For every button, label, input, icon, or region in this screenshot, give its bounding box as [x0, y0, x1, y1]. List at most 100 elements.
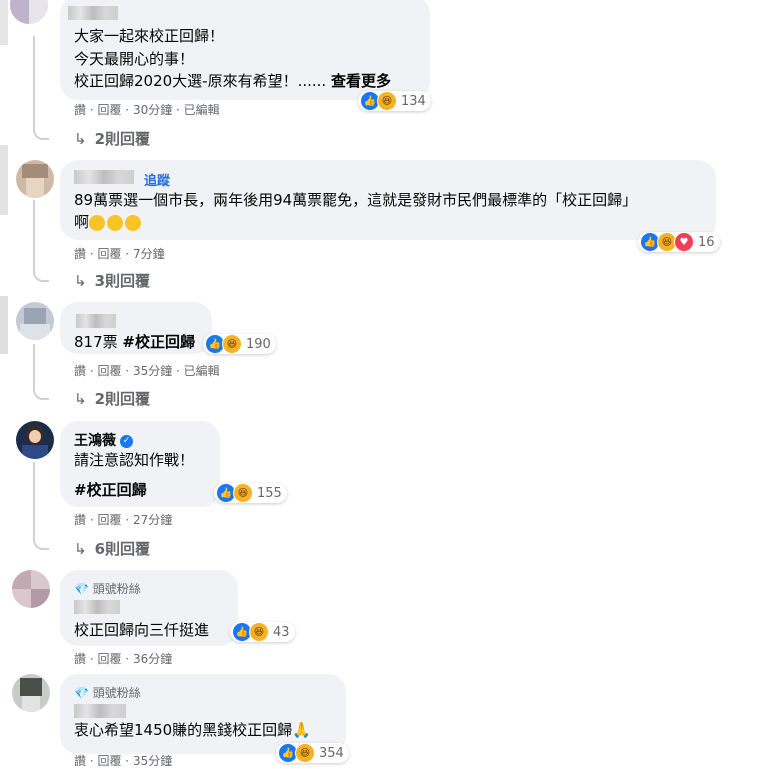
comment-text-line: 大家一起來校正回歸！	[74, 27, 225, 45]
reaction-count: 354	[319, 745, 344, 761]
timestamp[interactable]: 7分鐘	[133, 245, 165, 262]
avatar[interactable]	[16, 160, 54, 198]
reply-arrow-icon: ↳	[74, 390, 87, 408]
laughing-face-icon: 😆	[249, 622, 269, 642]
like-link[interactable]: 讚	[74, 752, 86, 769]
weary-face-emoji	[89, 214, 106, 231]
blurred-edge	[0, 145, 8, 215]
comment-actions: 讚 · 回覆 · 35分鐘 · 已編輯	[74, 362, 220, 379]
reply-link[interactable]: 回覆	[97, 101, 121, 118]
commenter-name-text: 王鴻薇	[74, 433, 116, 449]
laughing-face-icon: 😆	[295, 743, 315, 763]
view-replies-button[interactable]: ↳ 2則回覆	[74, 128, 150, 149]
thread-connector	[33, 462, 49, 550]
timestamp[interactable]: 36分鐘	[133, 650, 172, 667]
diamond-icon: 💎	[74, 582, 89, 596]
see-more-link[interactable]: 查看更多	[331, 72, 391, 90]
like-link[interactable]: 讚	[74, 245, 86, 262]
like-link[interactable]: 讚	[74, 650, 86, 667]
reply-link[interactable]: 回覆	[97, 752, 121, 769]
diamond-icon: 💎	[74, 686, 89, 700]
comment-actions: 讚 · 回覆 · 30分鐘 · 已編輯	[74, 101, 220, 118]
avatar[interactable]	[12, 570, 50, 608]
top-fan-badge[interactable]: 💎 頭號粉絲	[74, 580, 141, 597]
laughing-face-icon: 😆	[377, 91, 397, 111]
view-replies-button[interactable]: ↳ 6則回覆	[74, 538, 150, 559]
view-replies-button[interactable]: ↳ 2則回覆	[74, 388, 150, 409]
comment-text-line: 校正回歸2020大選-原來有希望！...... 查看更多	[74, 70, 391, 92]
avatar[interactable]	[16, 421, 54, 459]
commenter-name-blurred[interactable]	[74, 704, 126, 718]
heart-icon: ♥	[674, 232, 694, 252]
laughing-face-icon: 😆	[222, 334, 242, 354]
comment-actions: 讚 · 回覆 · 7分鐘	[74, 245, 165, 262]
commenter-name-blurred[interactable]	[74, 600, 120, 614]
reply-link[interactable]: 回覆	[97, 362, 121, 379]
blurred-edge	[0, 0, 8, 45]
commenter-name-blurred[interactable]	[74, 170, 134, 184]
reply-link[interactable]: 回覆	[97, 511, 121, 528]
weary-face-emoji	[125, 214, 142, 231]
verified-check-icon: ✓	[120, 434, 133, 448]
comment-actions: 讚 · 回覆 · 35分鐘	[74, 752, 173, 769]
avatar[interactable]	[12, 674, 50, 712]
badge-label: 頭號粉絲	[92, 686, 141, 700]
thread-connector	[33, 200, 49, 282]
like-link[interactable]: 讚	[74, 101, 86, 118]
reaction-count: 16	[698, 234, 715, 250]
reply-arrow-icon: ↳	[74, 130, 87, 148]
edited-label: 已編輯	[183, 103, 220, 117]
badge-label: 頭號粉絲	[92, 582, 141, 596]
view-replies-button[interactable]: ↳ 3則回覆	[74, 270, 150, 291]
comment-text: 校正回歸2020大選-原來有希望！......	[74, 72, 327, 90]
timestamp[interactable]: 35分鐘	[133, 752, 172, 769]
hashtag-link[interactable]: #校正回歸	[122, 333, 195, 351]
thread-connector	[33, 118, 49, 140]
edited-label: 已編輯	[183, 364, 220, 378]
comment-text: 衷心希望1450賺的黑錢校正回歸	[74, 721, 293, 739]
reply-arrow-icon: ↳	[74, 540, 87, 558]
commenter-name-blurred[interactable]	[76, 314, 116, 328]
blurred-edge	[0, 296, 8, 354]
comment-actions: 讚 · 回覆 · 27分鐘	[74, 511, 173, 528]
follow-link[interactable]: 追蹤	[144, 170, 170, 189]
comment-text-line: 衷心希望1450賺的黑錢校正回歸🙏	[74, 719, 311, 741]
laughing-face-icon: 😆	[233, 483, 253, 503]
reply-link[interactable]: 回覆	[97, 245, 121, 262]
comment-text: 啊	[74, 213, 90, 231]
hashtag-link[interactable]: #校正回歸	[74, 479, 147, 501]
view-replies-label: 6則回覆	[94, 540, 151, 558]
top-fan-badge[interactable]: 💎 頭號粉絲	[74, 684, 141, 701]
reaction-summary[interactable]: 👍 😆 155	[214, 483, 287, 503]
timestamp[interactable]: 35分鐘	[133, 362, 172, 379]
commenter-name[interactable]: 王鴻薇 ✓	[74, 430, 133, 450]
comment-text-line: 請注意認知作戰！	[74, 451, 195, 469]
commenter-name-blurred[interactable]	[68, 6, 118, 20]
avatar[interactable]	[16, 302, 54, 340]
comment-text-line: 817票 #校正回歸	[74, 331, 195, 353]
like-link[interactable]: 讚	[74, 511, 86, 528]
comment-text-line: 今天最開心的事！	[74, 50, 195, 68]
timestamp[interactable]: 30分鐘	[133, 101, 172, 118]
reaction-summary[interactable]: 👍 😆 190	[203, 334, 276, 354]
reply-arrow-icon: ↳	[74, 272, 87, 290]
reaction-count: 43	[273, 624, 290, 640]
reply-link[interactable]: 回覆	[97, 650, 121, 667]
timestamp[interactable]: 27分鐘	[133, 511, 172, 528]
avatar[interactable]	[10, 0, 48, 24]
view-replies-label: 3則回覆	[94, 272, 151, 290]
reaction-summary[interactable]: 👍 😆 ♥ 16	[638, 232, 720, 252]
reaction-summary[interactable]: 👍 😆 43	[230, 622, 295, 642]
reaction-summary[interactable]: 👍 😆 134	[358, 91, 431, 111]
reaction-count: 134	[401, 93, 426, 109]
reaction-count: 190	[246, 336, 271, 352]
like-link[interactable]: 讚	[74, 362, 86, 379]
reaction-count: 155	[257, 485, 282, 501]
view-replies-label: 2則回覆	[94, 390, 151, 408]
comment-text-line: 校正回歸向三仟挺進	[74, 621, 210, 639]
reaction-summary[interactable]: 👍 😆 354	[276, 743, 349, 763]
weary-face-emoji	[107, 214, 124, 231]
comment-text-line: 89萬票選一個市長，兩年後用94萬票罷免，這就是發財市民們最標準的「校正回歸」	[74, 191, 638, 209]
view-replies-label: 2則回覆	[94, 130, 151, 148]
thread-line	[33, 36, 35, 122]
